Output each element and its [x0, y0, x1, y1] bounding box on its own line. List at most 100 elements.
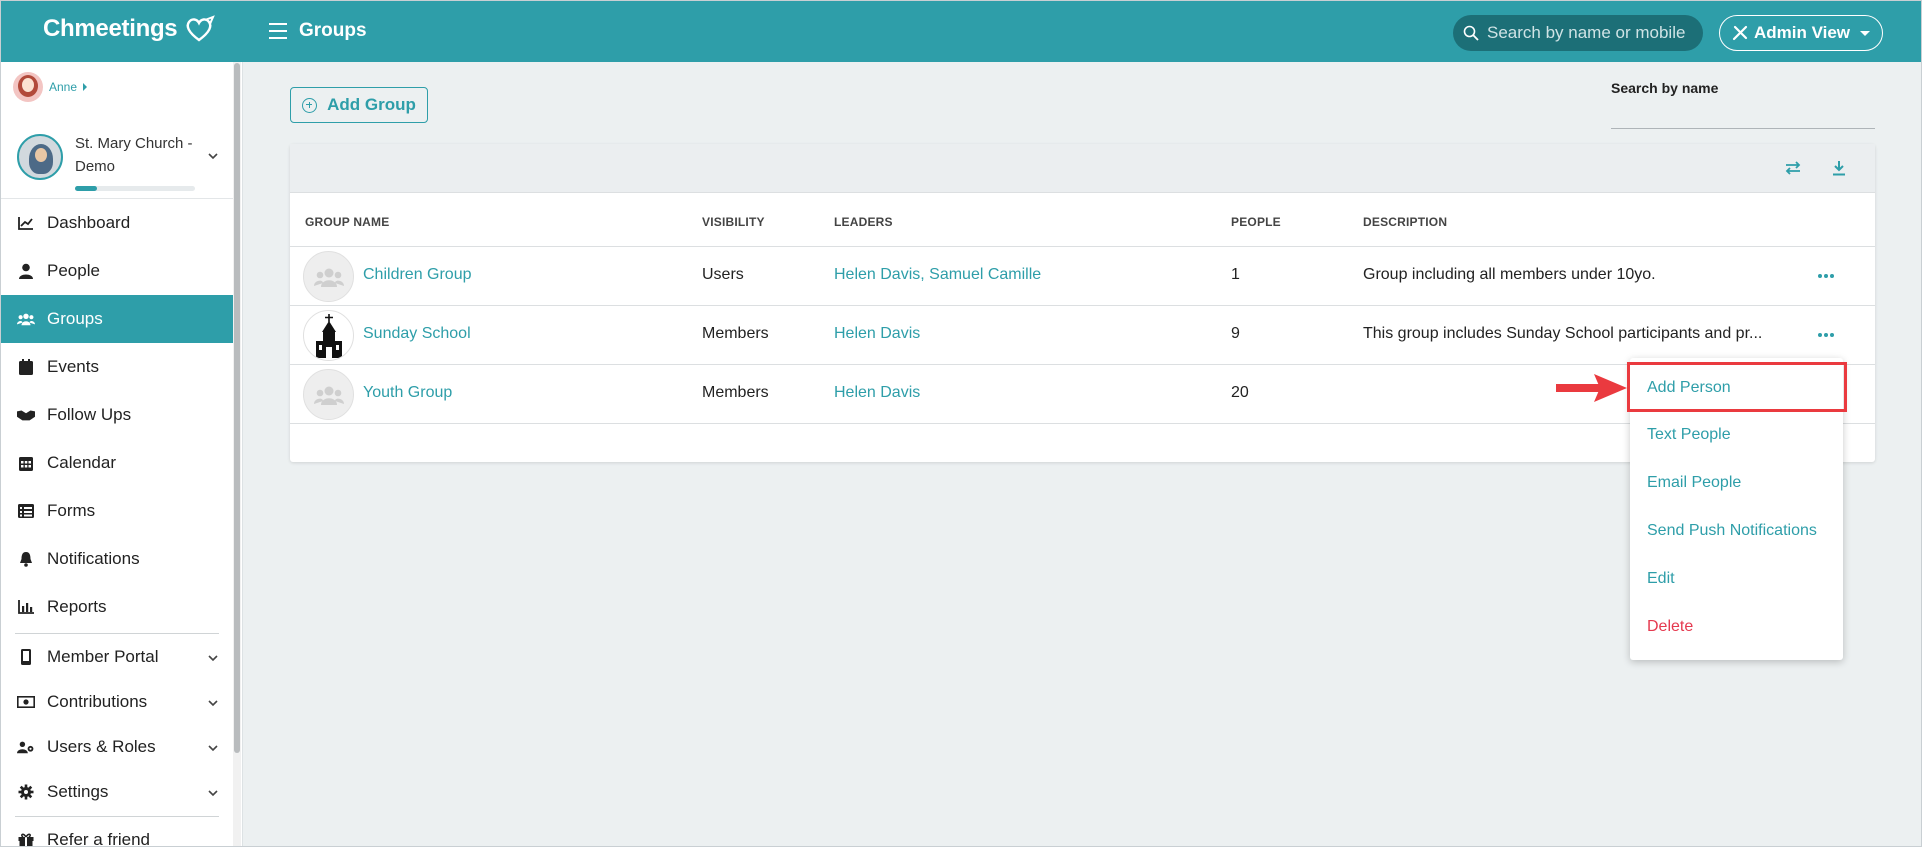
download-icon[interactable]: [1830, 159, 1848, 177]
sidebar-item-contributions[interactable]: Contributions: [1, 679, 233, 724]
group-description: Group including all members under 10yo.: [1363, 266, 1656, 283]
menu-item-edit[interactable]: Edit: [1647, 570, 1675, 588]
sidebar-item-member-portal[interactable]: Member Portal: [1, 634, 233, 679]
menu-item-delete[interactable]: Delete: [1647, 618, 1693, 636]
table-toolbar: [290, 144, 1875, 193]
transfer-icon[interactable]: [1784, 159, 1802, 177]
sidebar-item-groups[interactable]: Groups: [1, 295, 233, 343]
admin-view-label: Admin View: [1753, 23, 1851, 42]
group-leaders-link[interactable]: Helen Davis: [834, 384, 920, 402]
column-header-description[interactable]: DESCRIPTION: [1363, 215, 1447, 229]
admin-view-button[interactable]: Admin View: [1719, 15, 1883, 51]
hamburger-menu-icon[interactable]: [269, 23, 287, 39]
sidebar-item-calendar[interactable]: Calendar: [1, 439, 233, 487]
group-name-link[interactable]: Children Group: [363, 266, 472, 284]
church-name: St. Mary Church - Demo: [75, 135, 193, 175]
app-window: Chmeetings Groups Admin View Anne St. Ma…: [0, 0, 1922, 847]
sidebar-item-label: Follow Ups: [47, 405, 132, 424]
chart-line-icon: [17, 215, 35, 231]
sidebar-item-users-roles[interactable]: Users & Roles: [1, 724, 233, 769]
mobile-icon: [17, 648, 35, 665]
column-header-group-name[interactable]: GROUP NAME: [305, 215, 389, 229]
users-cog-icon: [17, 739, 35, 755]
sidebar-item-settings[interactable]: Settings: [1, 769, 233, 814]
users-icon: [313, 268, 344, 287]
sidebar-item-forms[interactable]: Forms: [1, 487, 233, 535]
gear-icon: [17, 784, 35, 800]
menu-item-send-push-notifications[interactable]: Send Push Notifications: [1647, 522, 1817, 540]
global-search-input[interactable]: [1487, 23, 1697, 43]
sidebar-item-dashboard[interactable]: Dashboard: [1, 199, 233, 247]
sidebar-item-label: Dashboard: [47, 213, 131, 232]
church-avatar: [17, 134, 63, 180]
sidebar-item-label: Calendar: [47, 453, 116, 472]
add-group-label: Add Group: [327, 95, 416, 114]
brand-logo[interactable]: Chmeetings: [43, 15, 216, 43]
sidebar-item-refer-a-friend[interactable]: Refer a friend: [1, 817, 233, 846]
brand-name: Chmeetings: [43, 15, 178, 42]
heart-speech-icon: [186, 15, 216, 42]
more-options-icon[interactable]: [1818, 333, 1834, 337]
users-icon: [313, 386, 344, 405]
church-switcher[interactable]: St. Mary Church - Demo: [17, 132, 227, 192]
column-header-leaders[interactable]: LEADERS: [834, 215, 893, 229]
chevron-down-icon: [208, 153, 218, 160]
menu-item-text-people[interactable]: Text People: [1647, 426, 1731, 444]
table-header: GROUP NAME VISIBILITY LEADERS PEOPLE DES…: [290, 193, 1875, 247]
calendar-grid-icon: [17, 455, 35, 471]
group-avatar: [303, 310, 354, 361]
person-icon: [17, 263, 35, 279]
sidebar-item-people[interactable]: People: [1, 247, 233, 295]
users-icon: [17, 311, 35, 327]
bar-chart-icon: [17, 599, 35, 615]
group-visibility: Members: [702, 384, 769, 401]
group-people-count: 1: [1231, 266, 1240, 283]
group-people-count: 20: [1231, 384, 1249, 401]
group-name-link[interactable]: Youth Group: [363, 384, 452, 402]
global-search[interactable]: [1453, 15, 1703, 51]
table-row[interactable]: Children Group Users Helen Davis, Samuel…: [290, 247, 1875, 306]
sidebar-item-label: Settings: [47, 781, 109, 801]
sidebar-item-label: Member Portal: [47, 646, 159, 666]
group-description: This group includes Sunday School partic…: [1363, 325, 1763, 342]
chevron-down-icon: [208, 655, 218, 662]
sidebar-item-notifications[interactable]: Notifications: [1, 535, 233, 583]
column-header-visibility[interactable]: VISIBILITY: [702, 215, 765, 229]
group-people-count: 9: [1231, 325, 1240, 342]
sidebar-item-label: Notifications: [47, 549, 140, 568]
highlight-box: [1627, 362, 1847, 412]
top-bar: Chmeetings Groups Admin View: [1, 1, 1921, 62]
sidebar-item-label: Reports: [47, 597, 107, 616]
sidebar-item-reports[interactable]: Reports: [1, 583, 233, 631]
sidebar-item-label: People: [47, 261, 100, 280]
sidebar-item-label: Contributions: [47, 691, 148, 711]
group-name-link[interactable]: Sunday School: [363, 325, 471, 343]
sidebar-item-events[interactable]: Events: [1, 343, 233, 391]
bell-icon: [17, 551, 35, 567]
tools-icon: [1732, 25, 1748, 41]
sidebar-scrollbar[interactable]: [234, 63, 240, 753]
group-leaders-link[interactable]: Helen Davis, Samuel Camille: [834, 266, 1041, 284]
caret-down-icon: [1860, 30, 1871, 36]
calendar-icon: [17, 359, 35, 375]
arrow-right-icon: [1556, 374, 1627, 402]
add-group-button[interactable]: Add Group: [290, 87, 428, 123]
table-row[interactable]: Sunday School Members Helen Davis 9 This…: [290, 306, 1875, 365]
user-avatar: [13, 72, 43, 102]
user-menu[interactable]: Anne: [13, 72, 88, 102]
column-header-people[interactable]: PEOPLE: [1231, 215, 1281, 229]
menu-item-email-people[interactable]: Email People: [1647, 474, 1741, 492]
plus-circle-icon: [302, 97, 318, 113]
church-icon: [315, 313, 342, 358]
group-leaders-link[interactable]: Helen Davis: [834, 325, 920, 343]
search-by-name-input[interactable]: [1611, 101, 1875, 129]
chevron-down-icon: [208, 790, 218, 797]
setup-progress-bar: [75, 186, 195, 191]
caret-right-icon: [83, 83, 88, 91]
sidebar-item-follow-ups[interactable]: Follow Ups: [1, 391, 233, 439]
sidebar-item-label: Users & Roles: [47, 736, 156, 756]
sidebar: Anne St. Mary Church - Demo Dashboard Pe…: [1, 62, 243, 846]
handshake-icon: [17, 407, 35, 423]
gift-icon: [17, 832, 35, 846]
more-options-icon[interactable]: [1818, 274, 1834, 278]
